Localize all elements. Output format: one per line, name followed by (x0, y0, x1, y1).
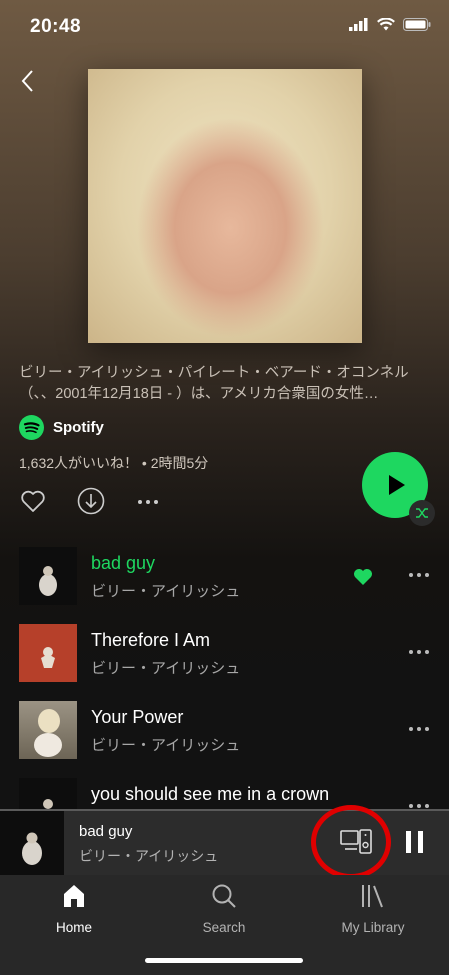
owner-name: Spotify (53, 419, 104, 436)
library-icon (362, 885, 383, 908)
signal-icon (349, 18, 368, 31)
track-title: you should see me in a crown (91, 784, 330, 804)
more-options-icon[interactable] (135, 487, 163, 515)
play-icon (389, 475, 405, 495)
track-artist: ビリー・アイリッシュ (91, 660, 241, 677)
track-row[interactable]: you should see me in a crown (0, 778, 449, 809)
track-more-icon[interactable] (408, 721, 430, 737)
status-icons (349, 18, 431, 31)
owner-row[interactable]: Spotify (19, 415, 104, 440)
track-title: Your Power (91, 707, 184, 727)
now-playing-title: bad guy (79, 823, 133, 840)
battery-icon (403, 18, 431, 31)
tab-search-label: Search (202, 920, 246, 935)
search-icon (212, 884, 236, 908)
tab-home[interactable]: Home (19, 883, 129, 935)
track-more-icon[interactable] (408, 644, 430, 660)
track-artwork (19, 778, 77, 809)
track-artwork (19, 701, 77, 759)
track-row[interactable]: Therefore I Am ビリー・アイリッシュ (0, 624, 449, 702)
track-artwork (19, 547, 77, 605)
track-row[interactable]: bad guy ビリー・アイリッシュ (0, 547, 449, 625)
track-artwork (19, 624, 77, 682)
status-time: 20:48 (30, 16, 82, 37)
likes-duration: 1,632人がいいね！ • 2時間5分 (19, 455, 209, 471)
track-artist: ビリー・アイリッシュ (91, 737, 241, 754)
home-indicator (145, 958, 303, 963)
shuffle-icon (416, 508, 428, 518)
spotify-logo-icon (19, 415, 44, 440)
track-title: Therefore I Am (91, 630, 211, 650)
wifi-icon (377, 18, 395, 31)
playlist-cover (88, 69, 362, 343)
track-row[interactable]: Your Power ビリー・アイリッシュ (0, 701, 449, 779)
tab-library[interactable]: My Library (318, 883, 428, 935)
track-more-icon[interactable] (408, 798, 430, 809)
now-playing-artist: ビリー・アイリッシュ (79, 848, 219, 864)
tab-home-label: Home (55, 920, 92, 935)
connect-devices-icon[interactable] (340, 829, 372, 855)
back-icon[interactable] (16, 68, 42, 94)
shuffle-button[interactable] (409, 500, 435, 526)
download-icon[interactable] (77, 487, 105, 515)
heart-outline-icon[interactable] (19, 487, 47, 515)
track-title: bad guy (91, 553, 156, 573)
heart-filled-icon[interactable] (353, 568, 373, 586)
track-artist: ビリー・アイリッシュ (91, 583, 241, 600)
pause-icon[interactable] (404, 830, 426, 854)
home-icon (64, 885, 84, 907)
playlist-description: ビリー・アイリッシュ・パイレート・ベアード・オコンネル（、、2001年12月18… (19, 365, 409, 402)
now-playing-artwork (0, 811, 64, 875)
tab-library-label: My Library (341, 920, 405, 935)
tab-search[interactable]: Search (169, 883, 279, 935)
track-more-icon[interactable] (408, 567, 430, 583)
